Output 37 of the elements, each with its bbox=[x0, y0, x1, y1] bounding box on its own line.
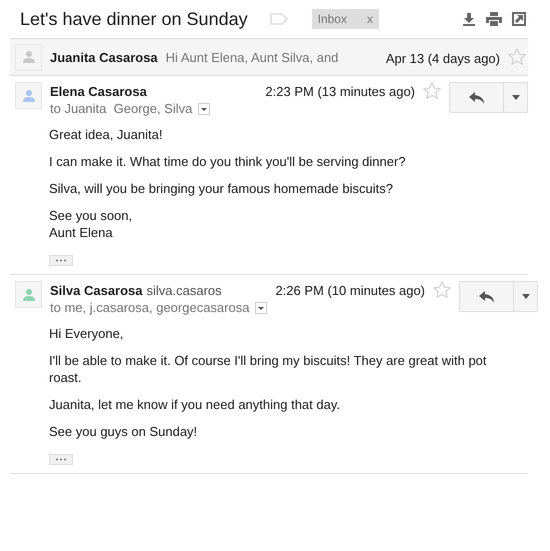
message-snippet: Hi Aunt Elena, Aunt Silva, and bbox=[166, 50, 340, 64]
message-date: 2:23 PM (13 minutes ago) bbox=[265, 83, 415, 99]
message-paragraph: See you soon, Aunt Elena bbox=[49, 207, 134, 241]
recipients: to me, j.casarosa, georgecasarosa bbox=[50, 300, 250, 315]
email-subject: Let's have dinner on Sunday bbox=[20, 8, 248, 30]
print-icon[interactable] bbox=[486, 12, 502, 26]
message-paragraph: See you guys on Sunday! bbox=[49, 423, 198, 440]
caret-icon bbox=[522, 294, 530, 299]
message-date: Apr 13 (4 days ago) bbox=[386, 50, 500, 66]
show-trimmed-content-button[interactable] bbox=[49, 255, 73, 266]
sender-name: Silva Casarosa bbox=[50, 283, 143, 298]
message-paragraph: Juanita, let me know if you need anything that day. bbox=[49, 396, 341, 413]
message-paragraph: I'll be able to make it. Of course I'll bring my biscuits! They are great with pot roast. bbox=[49, 352, 488, 386]
sender-name: Elena Casarosa bbox=[50, 84, 147, 99]
ellipsis-icon bbox=[55, 458, 67, 461]
star-icon[interactable] bbox=[423, 82, 441, 100]
sender-name: Juanita Casarosa bbox=[50, 50, 158, 64]
reply-icon bbox=[478, 290, 495, 302]
message-paragraph: I can make it. What time do you think you'll be serving dinner? bbox=[49, 153, 407, 170]
new-window-icon[interactable] bbox=[512, 12, 526, 26]
collapsed-message[interactable]: Juanita Casarosa Hi Aunt Elena, Aunt Silva, and Apr 13 (4 days ago) bbox=[10, 39, 528, 76]
sender-email: silva.casaros bbox=[146, 283, 222, 298]
show-trimmed-content-button[interactable] bbox=[49, 454, 73, 465]
message-date: 2:26 PM (10 minutes ago) bbox=[275, 282, 426, 298]
star-icon[interactable] bbox=[508, 48, 526, 66]
label-name: Inbox bbox=[318, 12, 347, 26]
ellipsis-icon bbox=[55, 259, 67, 262]
message-paragraph: Silva, will you be bringing your famous homemade biscuits? bbox=[49, 180, 394, 197]
download-icon[interactable] bbox=[462, 12, 476, 26]
message-paragraph: Hi Everyone, bbox=[49, 325, 124, 342]
details-dropdown-icon[interactable] bbox=[255, 302, 268, 314]
caret-icon bbox=[512, 95, 520, 100]
details-dropdown-icon[interactable] bbox=[198, 102, 210, 114]
recipients: to Juanita George, Silva bbox=[50, 101, 192, 116]
star-icon[interactable] bbox=[433, 281, 452, 299]
reply-icon bbox=[468, 92, 484, 104]
message-paragraph: Great idea, Juanita! bbox=[49, 126, 164, 143]
